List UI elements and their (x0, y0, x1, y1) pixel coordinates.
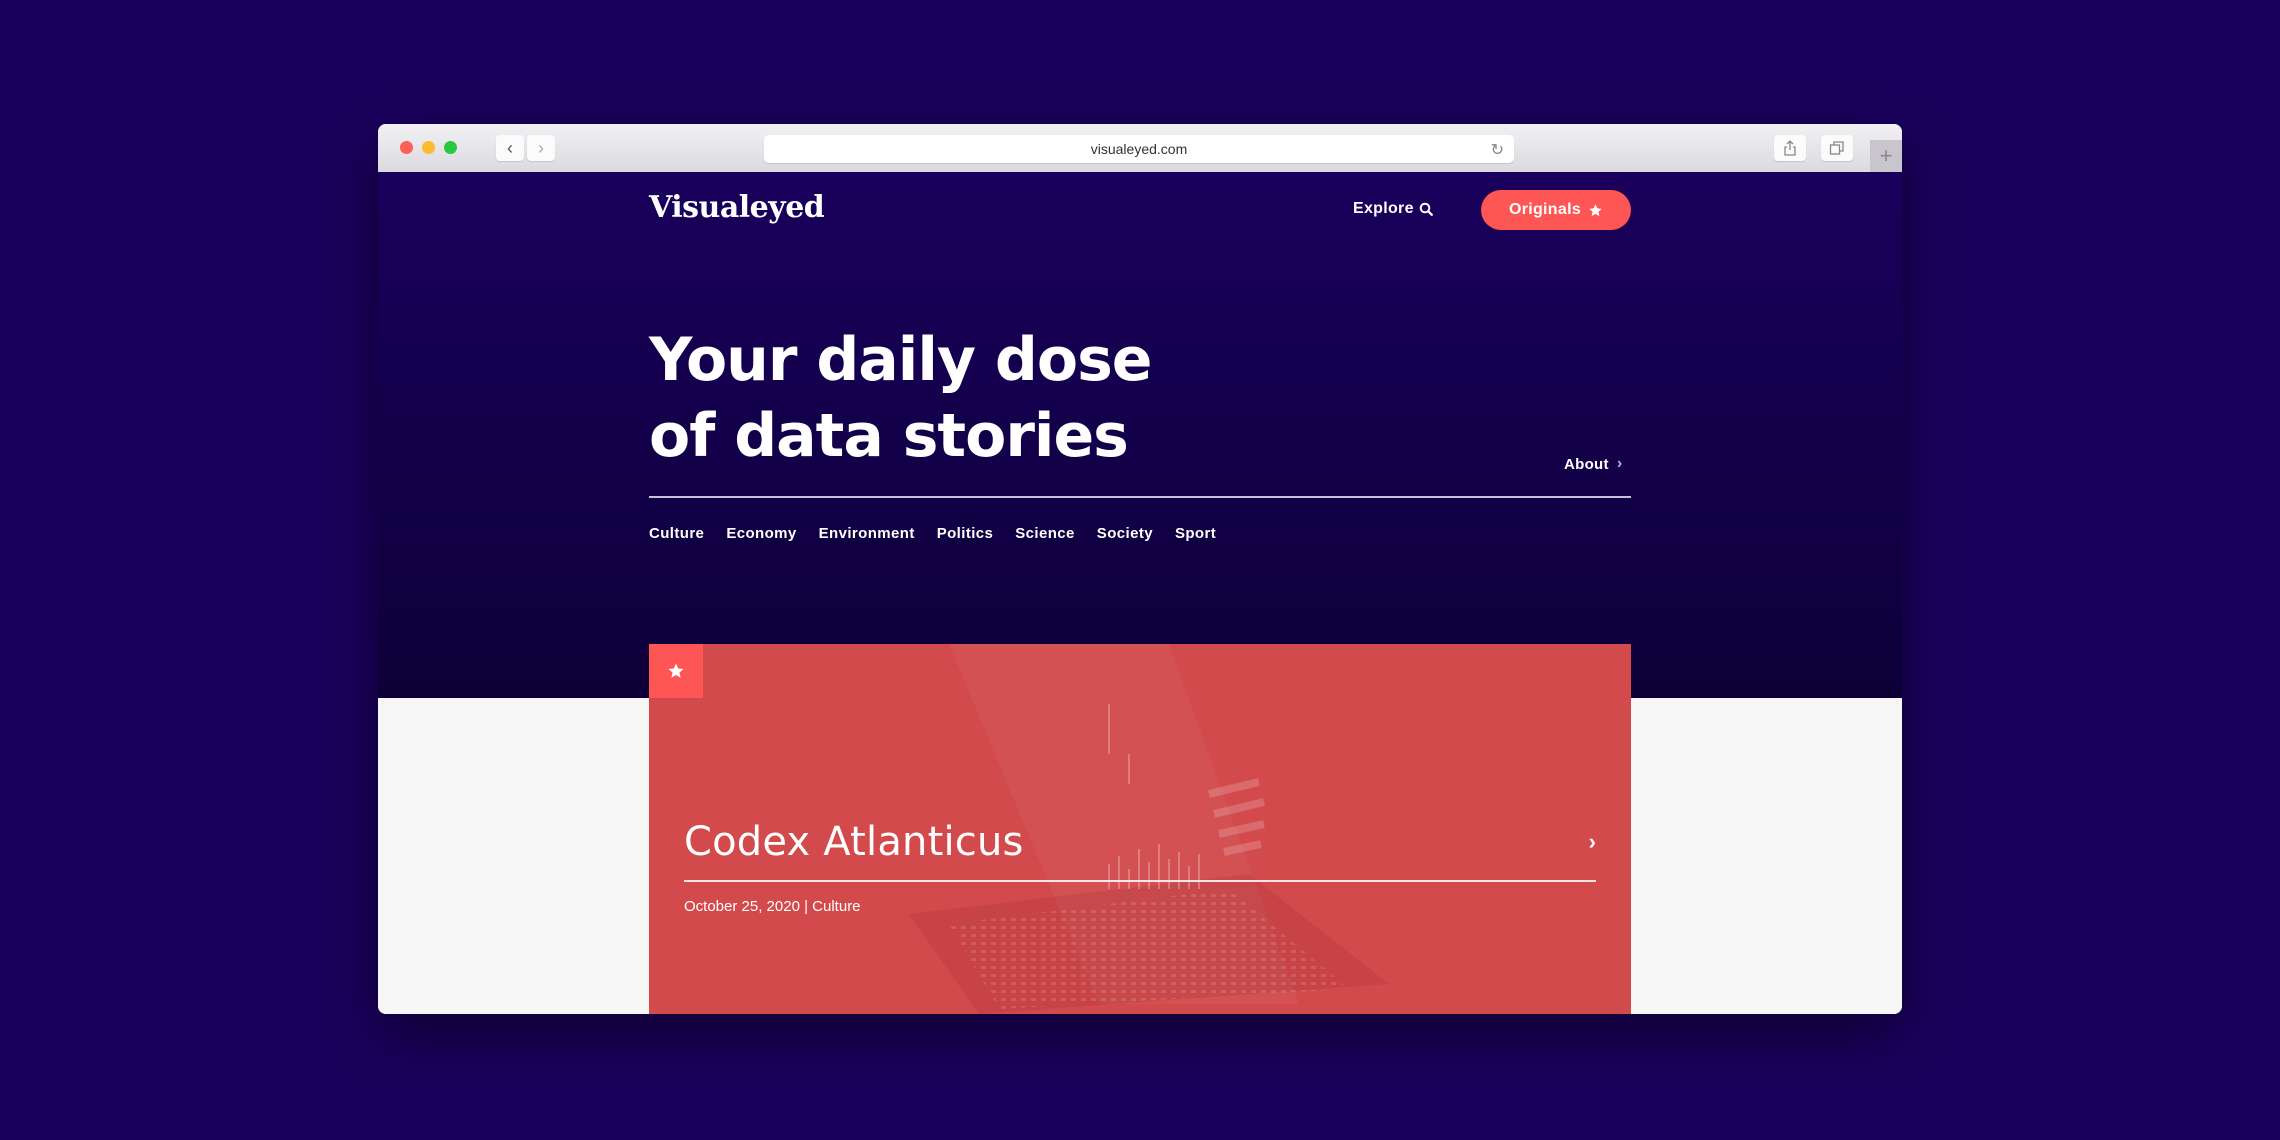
browser-window: ‹ › visualeyed.com ↻ + Visualeyed Explor… (378, 124, 1902, 1014)
original-badge (649, 644, 703, 698)
show-tabs-button[interactable] (1821, 135, 1853, 161)
headline-line-2: of data stories (649, 401, 1129, 471)
headline-line-1: Your daily dose (649, 325, 1152, 395)
site-logo[interactable]: Visualeyed (649, 190, 825, 225)
category-environment[interactable]: Environment (819, 525, 915, 542)
web-page: Visualeyed Explore Originals Your daily … (378, 172, 1902, 1014)
plus-icon: + (1879, 143, 1893, 168)
share-icon (1784, 140, 1796, 156)
window-controls (400, 141, 457, 154)
star-icon (668, 663, 684, 678)
search-icon (1419, 202, 1433, 216)
story-date: October 25, 2020 (684, 898, 800, 915)
category-economy[interactable]: Economy (726, 525, 796, 542)
category-culture[interactable]: Culture (649, 525, 704, 542)
new-tab-button[interactable]: + (1870, 140, 1902, 172)
category-science[interactable]: Science (1015, 525, 1075, 542)
about-label: About (1564, 455, 1609, 473)
featured-story-card[interactable]: Codex Atlanticus › October 25, 2020 | Cu… (649, 644, 1631, 1014)
share-button[interactable] (1774, 135, 1806, 161)
category-politics[interactable]: Politics (937, 525, 994, 542)
hero-divider (649, 496, 1631, 498)
story-meta: October 25, 2020 | Culture (684, 898, 861, 915)
category-nav: Culture Economy Environment Politics Sci… (649, 525, 1216, 542)
star-icon (1589, 203, 1602, 216)
chevron-right-icon[interactable]: › (1589, 829, 1596, 855)
story-divider (684, 880, 1596, 882)
chevron-right-icon: › (1616, 455, 1623, 472)
back-button[interactable]: ‹ (496, 135, 524, 161)
hero-headline: Your daily dose of data stories (649, 322, 1152, 474)
category-society[interactable]: Society (1097, 525, 1153, 542)
chevron-left-icon: ‹ (507, 138, 513, 158)
close-window-button[interactable] (400, 141, 413, 154)
about-link[interactable]: About › (1564, 455, 1622, 473)
forward-button[interactable]: › (527, 135, 555, 161)
reload-icon[interactable]: ↻ (1491, 140, 1504, 160)
minimize-window-button[interactable] (422, 141, 435, 154)
tabs-overview-icon (1829, 141, 1844, 155)
zoom-window-button[interactable] (444, 141, 457, 154)
chevron-right-icon: › (538, 138, 544, 158)
category-sport[interactable]: Sport (1175, 525, 1216, 542)
url-text: visualeyed.com (1090, 141, 1188, 157)
originals-label: Originals (1508, 201, 1582, 218)
meta-separator: | (804, 898, 808, 915)
originals-button[interactable]: Originals (1481, 190, 1631, 230)
address-bar[interactable]: visualeyed.com ↻ (764, 135, 1514, 163)
explore-link[interactable]: Explore (1353, 200, 1433, 218)
story-title[interactable]: Codex Atlanticus (684, 819, 1024, 865)
explore-label: Explore (1353, 200, 1414, 217)
browser-toolbar: ‹ › visualeyed.com ↻ + (378, 124, 1902, 173)
story-category[interactable]: Culture (812, 898, 860, 915)
